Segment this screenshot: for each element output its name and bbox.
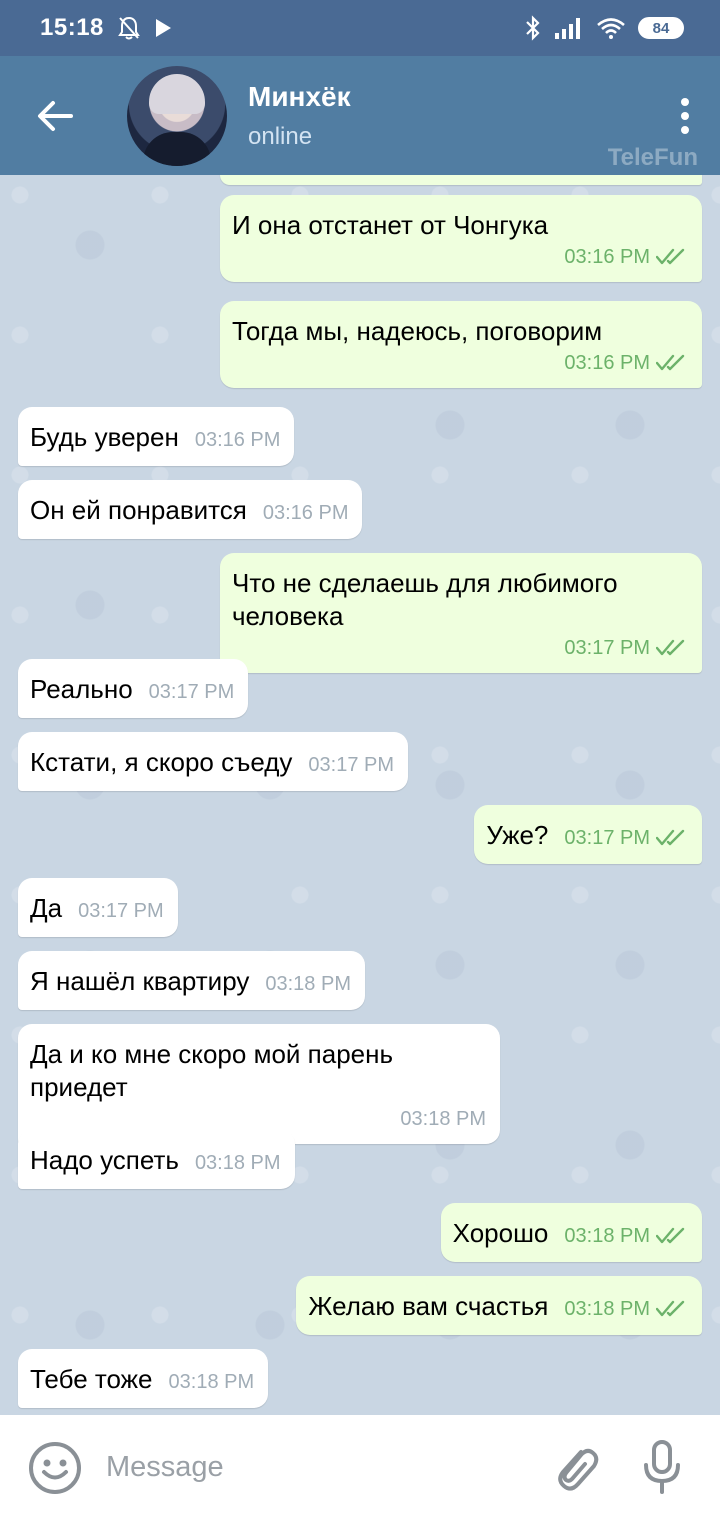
message-bubble[interactable]: Кстати, я скоро съеду 03:17 PM: [18, 732, 409, 791]
message-meta: 03:18 PM: [400, 1108, 486, 1130]
double-check-icon: [656, 1300, 685, 1317]
message-time: 03:17 PM: [308, 754, 395, 776]
message-composer: [0, 1415, 720, 1520]
avatar[interactable]: [127, 65, 227, 166]
play-icon: [155, 19, 171, 37]
message-time: 03:18 PM: [168, 1371, 255, 1393]
bluetooth-icon: [526, 15, 540, 41]
message-time: 03:16 PM: [194, 429, 281, 451]
dot-icon: [681, 97, 689, 106]
message-text: Тогда мы, надеюсь, поговорим: [232, 316, 603, 346]
message-text: Что не сделаешь для любимого человека: [232, 568, 618, 631]
watermark: TeleFun: [607, 144, 698, 171]
message-bubble[interactable]: И она отстанет от Чонгука 03:16 PM: [220, 195, 702, 282]
message-time: 03:17 PM: [148, 681, 235, 703]
message-text: Я нашёл квартиру: [30, 966, 250, 996]
message-time: 03:18 PM: [400, 1108, 486, 1130]
bell-muted-icon: [118, 16, 140, 40]
message-text: Уже?: [486, 820, 549, 850]
dot-icon: [681, 111, 689, 120]
message-bubble[interactable]: Он ей понравится 03:16 PM: [18, 480, 363, 539]
message-meta: 03:17 PM: [78, 900, 164, 922]
message-meta: 03:17 PM: [149, 681, 235, 703]
message-bubble[interactable]: Будь уверен 03:16 PM: [18, 407, 295, 466]
message-bubble[interactable]: Тебе тоже 03:18 PM: [18, 1349, 269, 1408]
status-left-icons: [118, 16, 172, 40]
contact-name: Минхёк: [248, 80, 351, 112]
arrow-left-icon: [38, 100, 73, 131]
message-bubble[interactable]: Да и ко мне скоро мой парень приедет 03:…: [18, 1024, 500, 1144]
double-check-icon: [656, 248, 685, 265]
attach-button[interactable]: [546, 1438, 606, 1498]
message-meta: 03:18 PM: [564, 1298, 688, 1320]
microphone-button[interactable]: [632, 1438, 692, 1498]
message-bubble[interactable]: Да 03:17 PM: [18, 878, 178, 937]
message-text: Желаю вам счастья: [308, 1291, 549, 1321]
message-meta: 03:18 PM: [195, 1152, 281, 1174]
message-bubble[interactable]: Хорошо 03:18 PM: [440, 1203, 702, 1262]
message-meta: 03:16 PM: [195, 429, 281, 451]
message-time: 03:17 PM: [564, 827, 650, 849]
message-meta: 03:16 PM: [263, 502, 349, 524]
message-text: Реально: [30, 674, 133, 704]
message-time: 03:18 PM: [564, 1225, 650, 1247]
status-bar: 15:18 84: [0, 0, 720, 56]
message-time: 03:18 PM: [194, 1152, 281, 1174]
paperclip-icon: [558, 1448, 599, 1491]
message-time: 03:16 PM: [564, 246, 650, 268]
message-time: 03:16 PM: [564, 352, 650, 374]
message-text: И она отстанет от Чонгука: [232, 210, 549, 240]
message-list[interactable]: И она отстанет от Чонгука 03:16 PM Тогда…: [0, 175, 720, 1415]
chat-header: Минхёк online TeleFun: [0, 56, 720, 175]
double-check-icon: [656, 639, 685, 656]
message-meta: 03:18 PM: [169, 1371, 255, 1393]
message-bubble[interactable]: Я нашёл квартиру 03:18 PM: [18, 951, 365, 1010]
message-time: 03:18 PM: [564, 1298, 650, 1320]
message-text: Будь уверен: [30, 422, 179, 452]
message-text: Кстати, я скоро съеду: [30, 747, 293, 777]
double-check-icon: [656, 829, 685, 846]
message-meta: 03:17 PM: [564, 637, 688, 659]
smiley-icon: [29, 1441, 81, 1494]
emoji-button[interactable]: [28, 1441, 82, 1495]
message-time: 03:18 PM: [265, 973, 351, 995]
message-meta: 03:18 PM: [265, 973, 351, 995]
message-text: Тебе тоже: [30, 1364, 153, 1394]
message-text: Надо успеть: [30, 1145, 179, 1175]
message-input[interactable]: [106, 1451, 546, 1484]
message-bubble[interactable]: Желаю вам счастья 03:18 PM: [296, 1276, 702, 1335]
message-time: 03:17 PM: [78, 900, 164, 922]
message-text: Да и ко мне скоро мой парень приедет: [30, 1039, 394, 1102]
message-meta: 03:18 PM: [564, 1225, 688, 1247]
message-text: Хорошо: [452, 1218, 549, 1248]
message-meta: 03:17 PM: [564, 827, 688, 849]
signal-icon: [555, 18, 580, 39]
message-bubble[interactable]: Что не сделаешь для любимого человека 03…: [220, 553, 702, 673]
message-meta: 03:17 PM: [308, 754, 394, 776]
dot-icon: [681, 125, 689, 134]
message-bubble-partial: [220, 175, 702, 185]
microphone-icon: [644, 1439, 680, 1494]
message-bubble[interactable]: Уже? 03:17 PM: [474, 805, 702, 864]
message-bubble[interactable]: Надо успеть 03:18 PM: [18, 1130, 295, 1189]
battery-indicator: 84: [638, 17, 684, 39]
message-time: 03:17 PM: [564, 637, 650, 659]
message-bubble[interactable]: Реально 03:17 PM: [18, 659, 249, 718]
status-right-icons: 84: [524, 15, 684, 41]
message-text: Да: [30, 893, 63, 923]
contact-info[interactable]: Минхёк online: [248, 81, 351, 151]
double-check-icon: [656, 1227, 685, 1244]
wifi-icon: [597, 18, 625, 39]
back-button[interactable]: [0, 56, 110, 175]
double-check-icon: [656, 354, 685, 371]
message-text: Он ей понравится: [30, 495, 247, 525]
status-time: 15:18: [40, 14, 104, 41]
contact-status: online: [248, 122, 313, 150]
message-time: 03:16 PM: [262, 502, 349, 524]
message-bubble[interactable]: Тогда мы, надеюсь, поговорим 03:16 PM: [220, 301, 702, 388]
message-meta: 03:16 PM: [564, 246, 688, 268]
message-meta: 03:16 PM: [564, 352, 688, 374]
